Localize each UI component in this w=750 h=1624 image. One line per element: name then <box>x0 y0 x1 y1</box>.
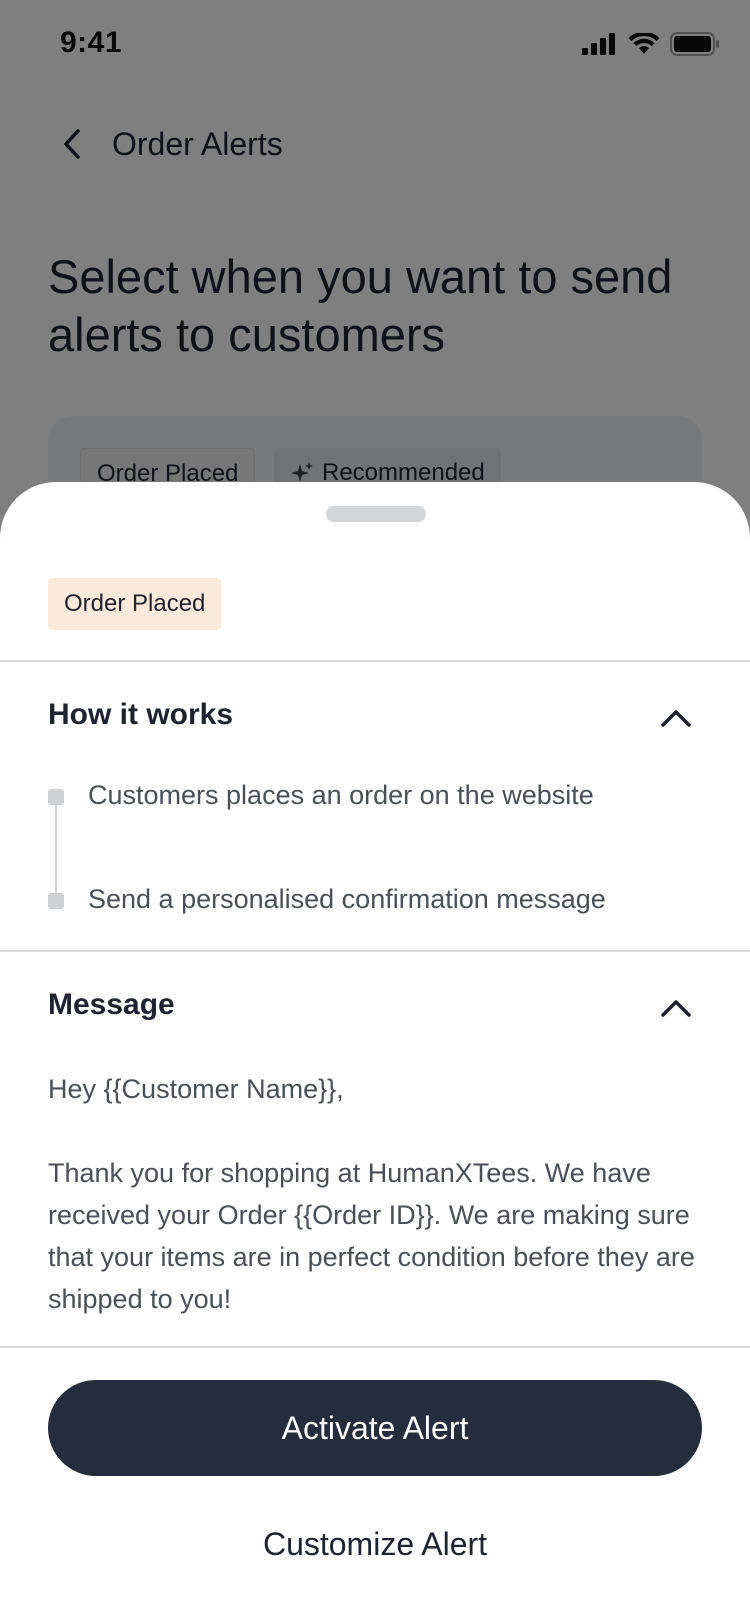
sheet-drag-handle[interactable] <box>326 506 426 522</box>
step-marker <box>48 789 64 805</box>
message-greeting: Hey {{Customer Name}}, <box>48 1074 344 1104</box>
divider <box>0 1346 750 1348</box>
event-tag: Order Placed <box>48 578 222 630</box>
message-header[interactable]: Message <box>48 978 702 1038</box>
event-tag-label: Order Placed <box>64 590 206 617</box>
chevron-up-icon[interactable] <box>658 700 694 736</box>
message-title: Message <box>48 988 175 1021</box>
divider <box>0 660 750 662</box>
activate-alert-button[interactable]: Activate Alert <box>48 1380 702 1476</box>
step-text: Send a personalised confirmation message <box>88 884 606 914</box>
divider <box>0 950 750 952</box>
how-it-works-title: How it works <box>48 698 234 731</box>
step-item: Customers places an order on the website <box>48 772 702 822</box>
how-it-works-header[interactable]: How it works <box>48 688 702 748</box>
customize-alert-button[interactable]: Customize Alert <box>48 1496 702 1592</box>
step-marker <box>48 893 64 909</box>
step-text: Customers places an order on the website <box>88 780 594 810</box>
message-preview: Hey {{Customer Name}}, Thank you for sho… <box>48 1068 708 1320</box>
chevron-up-icon[interactable] <box>658 990 694 1026</box>
message-body: Thank you for shopping at HumanXTees. We… <box>48 1158 695 1314</box>
step-item: Send a personalised confirmation message <box>48 876 702 926</box>
